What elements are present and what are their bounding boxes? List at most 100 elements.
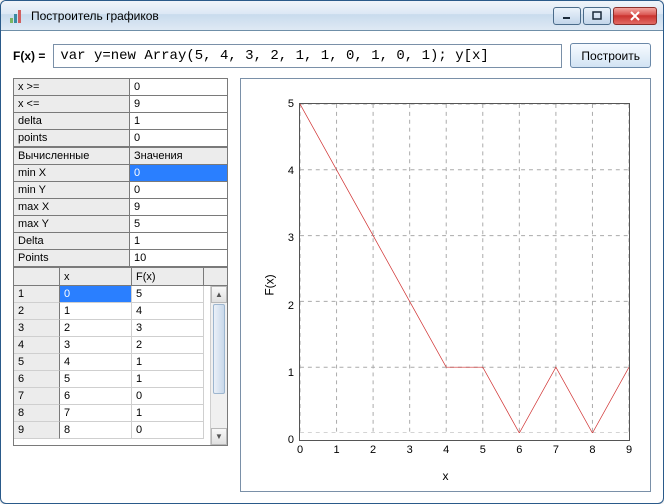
data-idx: 7: [14, 388, 60, 405]
app-window: Построитель графиков F(x) = Построить x …: [0, 0, 664, 504]
app-icon: [9, 8, 25, 24]
data-x[interactable]: 4: [60, 354, 132, 371]
scroll-thumb[interactable]: [213, 304, 225, 394]
computed-label: max X: [14, 199, 130, 216]
x-tick-label: 8: [589, 444, 595, 456]
computed-row: min X0: [14, 165, 227, 182]
dataset-header: x F(x): [14, 268, 227, 286]
data-row[interactable]: 760: [14, 388, 227, 405]
data-f[interactable]: 0: [132, 422, 204, 439]
param-label: x >=: [14, 79, 130, 96]
computed-row: Delta1: [14, 233, 227, 250]
dataset-header-x[interactable]: x: [60, 268, 132, 286]
computed-value[interactable]: 10: [130, 250, 227, 267]
scroll-up-button[interactable]: ▲: [211, 286, 227, 303]
data-row[interactable]: 214: [14, 303, 227, 320]
data-row[interactable]: 541: [14, 354, 227, 371]
y-tick-label: 0: [288, 434, 294, 446]
data-idx: 6: [14, 371, 60, 388]
computed-table: ВычисленныеЗначенияmin X0min Y0max X9max…: [13, 147, 228, 267]
chart-panel: F(x) 0123450123456789 x: [240, 78, 651, 492]
scroll-down-button[interactable]: ▼: [211, 428, 227, 445]
computed-value[interactable]: 9: [130, 199, 227, 216]
close-button[interactable]: [613, 7, 657, 25]
x-tick-label: 2: [370, 444, 376, 456]
computed-value[interactable]: 1: [130, 233, 227, 250]
computed-value[interactable]: 0: [130, 165, 227, 182]
build-button[interactable]: Построить: [570, 43, 651, 68]
param-value[interactable]: 1: [130, 113, 227, 130]
dataset-header-spacer: [204, 268, 227, 286]
data-idx: 3: [14, 320, 60, 337]
data-x[interactable]: 1: [60, 303, 132, 320]
computed-row: max X9: [14, 199, 227, 216]
computed-label: Delta: [14, 233, 130, 250]
data-row[interactable]: 323: [14, 320, 227, 337]
data-x[interactable]: 8: [60, 422, 132, 439]
dataset-table: x F(x): [13, 267, 228, 286]
x-tick-label: 3: [407, 444, 413, 456]
data-x[interactable]: 5: [60, 371, 132, 388]
data-x[interactable]: 2: [60, 320, 132, 337]
window-title: Построитель графиков: [31, 9, 553, 23]
chart-grid: 0123450123456789: [299, 103, 630, 441]
data-f[interactable]: 0: [132, 388, 204, 405]
data-row[interactable]: 105: [14, 286, 227, 303]
param-row: x >=0: [14, 79, 227, 96]
data-f[interactable]: 2: [132, 337, 204, 354]
param-value[interactable]: 0: [130, 79, 227, 96]
param-label: delta: [14, 113, 130, 130]
y-tick-label: 2: [288, 300, 294, 312]
data-x[interactable]: 7: [60, 405, 132, 422]
minimize-button[interactable]: [553, 7, 581, 25]
lower-area: x >=0x <=9delta1points0 ВычисленныеЗначе…: [13, 78, 651, 492]
data-row[interactable]: 871: [14, 405, 227, 422]
data-f[interactable]: 1: [132, 354, 204, 371]
data-x[interactable]: 6: [60, 388, 132, 405]
data-row[interactable]: 651: [14, 371, 227, 388]
chart-ylabel: F(x): [263, 274, 277, 295]
formula-row: F(x) = Построить: [13, 43, 651, 68]
data-f[interactable]: 1: [132, 405, 204, 422]
computed-header-label: Вычисленные: [14, 148, 130, 165]
computed-value[interactable]: 5: [130, 216, 227, 233]
chart-plot-area: 0123450123456789: [299, 103, 630, 441]
left-panel: x >=0x <=9delta1points0 ВычисленныеЗначе…: [13, 78, 228, 492]
param-value[interactable]: 0: [130, 130, 227, 147]
data-f[interactable]: 4: [132, 303, 204, 320]
computed-value[interactable]: 0: [130, 182, 227, 199]
data-x[interactable]: 0: [60, 286, 132, 303]
data-f[interactable]: 3: [132, 320, 204, 337]
formula-input[interactable]: [53, 44, 562, 68]
dataset-rows: 105214323432541651760871980 ▲ ▼: [13, 286, 228, 446]
x-tick-label: 4: [443, 444, 449, 456]
data-f[interactable]: 5: [132, 286, 204, 303]
x-tick-label: 7: [553, 444, 559, 456]
titlebar[interactable]: Построитель графиков: [1, 1, 663, 31]
params-table: x >=0x <=9delta1points0: [13, 78, 228, 147]
param-row: delta1: [14, 113, 227, 130]
y-tick-label: 4: [288, 165, 294, 177]
dataset-header-f[interactable]: F(x): [132, 268, 204, 286]
data-idx: 5: [14, 354, 60, 371]
data-row[interactable]: 432: [14, 337, 227, 354]
computed-label: min X: [14, 165, 130, 182]
computed-label: Points: [14, 250, 130, 267]
data-x[interactable]: 3: [60, 337, 132, 354]
content-area: F(x) = Построить x >=0x <=9delta1points0…: [1, 31, 663, 503]
computed-header: ВычисленныеЗначения: [14, 148, 227, 165]
data-f[interactable]: 1: [132, 371, 204, 388]
formula-label: F(x) =: [13, 49, 45, 63]
data-row[interactable]: 980: [14, 422, 227, 439]
data-idx: 4: [14, 337, 60, 354]
computed-label: max Y: [14, 216, 130, 233]
param-label: x <=: [14, 96, 130, 113]
maximize-button[interactable]: [583, 7, 611, 25]
chart-xlabel: x: [443, 469, 449, 483]
computed-row: max Y5: [14, 216, 227, 233]
scrollbar-vertical[interactable]: ▲ ▼: [210, 286, 227, 445]
y-tick-label: 1: [288, 367, 294, 379]
x-tick-label: 6: [516, 444, 522, 456]
param-value[interactable]: 9: [130, 96, 227, 113]
data-idx: 8: [14, 405, 60, 422]
